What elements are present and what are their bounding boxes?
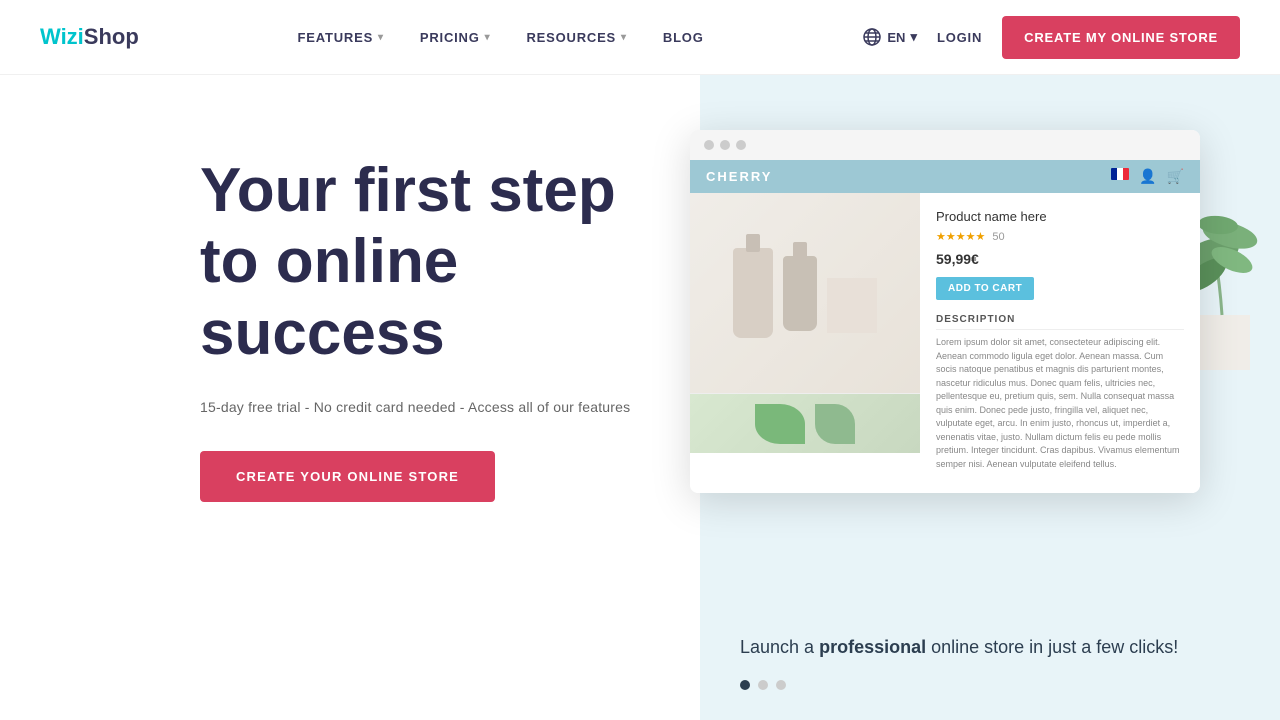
main-nav: FEATURES ▾ PRICING ▾ RESOURCES ▾ BLOG <box>298 30 704 45</box>
language-selector[interactable]: EN ▾ <box>862 27 917 47</box>
store-icons: 👤 🛒 <box>1111 168 1184 185</box>
launch-text: Launch a professional online store in ju… <box>740 635 1178 660</box>
product-main-image <box>690 193 920 393</box>
header: WiziShop FEATURES ▾ PRICING ▾ RESOURCES … <box>0 0 1280 75</box>
chevron-down-icon: ▾ <box>485 32 491 43</box>
store-name: CHERRY <box>706 169 772 184</box>
main-content: Your first step to online success 15-day… <box>0 75 1280 720</box>
hero-title: Your first step to online success <box>200 155 640 369</box>
bottle-decoration-2 <box>783 256 817 331</box>
browser-dot-2 <box>720 140 730 150</box>
bottle-decoration <box>733 248 773 338</box>
cube-decoration <box>827 278 877 333</box>
carousel-dot-2[interactable] <box>758 680 768 690</box>
product-name: Product name here <box>936 209 1184 224</box>
description-text: Lorem ipsum dolor sit amet, consecteteur… <box>936 336 1184 471</box>
logo-shop: Shop <box>84 24 139 50</box>
nav-blog[interactable]: BLOG <box>663 30 704 45</box>
browser-topbar <box>690 130 1200 160</box>
bottom-panel: Launch a professional online store in ju… <box>700 540 1280 720</box>
globe-icon <box>862 27 882 47</box>
chevron-down-icon: ▾ <box>621 32 627 43</box>
login-button[interactable]: LOGIN <box>937 30 982 45</box>
description-label: DESCRIPTION <box>936 314 1184 330</box>
product-details: Product name here ★★★★★ 50 59,99€ ADD TO… <box>920 193 1200 493</box>
cart-icon: 🛒 <box>1167 168 1184 185</box>
product-stars: ★★★★★ 50 <box>936 230 1184 243</box>
flag-icon <box>1111 168 1129 180</box>
create-store-main-button[interactable]: CREATE YOUR ONLINE STORE <box>200 451 495 502</box>
product-thumb-image <box>690 393 920 453</box>
store-body: Product name here ★★★★★ 50 59,99€ ADD TO… <box>690 193 1200 493</box>
lang-label: EN <box>887 30 905 45</box>
chevron-down-icon: ▾ <box>910 29 917 45</box>
hero-right: CHERRY 👤 🛒 <box>700 75 1280 720</box>
user-icon: 👤 <box>1139 168 1156 185</box>
browser-dot-3 <box>736 140 746 150</box>
leaf-decoration <box>755 404 805 444</box>
logo-wizi: Wizi <box>40 24 84 50</box>
header-right: EN ▾ LOGIN CREATE MY ONLINE STORE <box>862 16 1240 59</box>
create-store-header-button[interactable]: CREATE MY ONLINE STORE <box>1002 16 1240 59</box>
carousel-dot-1[interactable] <box>740 680 750 690</box>
logo[interactable]: WiziShop <box>40 24 139 50</box>
nav-features[interactable]: FEATURES ▾ <box>298 30 384 45</box>
product-images <box>690 193 920 493</box>
leaf-decoration-2 <box>815 404 855 444</box>
star-count: 50 <box>992 231 1004 243</box>
hero-subtitle: 15-day free trial - No credit card neede… <box>200 399 640 415</box>
browser-dot-1 <box>704 140 714 150</box>
hero-left: Your first step to online success 15-day… <box>0 75 700 720</box>
chevron-down-icon: ▾ <box>378 32 384 43</box>
carousel-dots <box>740 680 786 690</box>
product-price: 59,99€ <box>936 251 1184 267</box>
nav-pricing[interactable]: PRICING ▾ <box>420 30 491 45</box>
store-header: CHERRY 👤 🛒 <box>690 160 1200 193</box>
add-to-cart-button[interactable]: ADD TO CART <box>936 277 1034 300</box>
carousel-dot-3[interactable] <box>776 680 786 690</box>
browser-mockup: CHERRY 👤 🛒 <box>690 130 1200 493</box>
nav-resources[interactable]: RESOURCES ▾ <box>526 30 626 45</box>
